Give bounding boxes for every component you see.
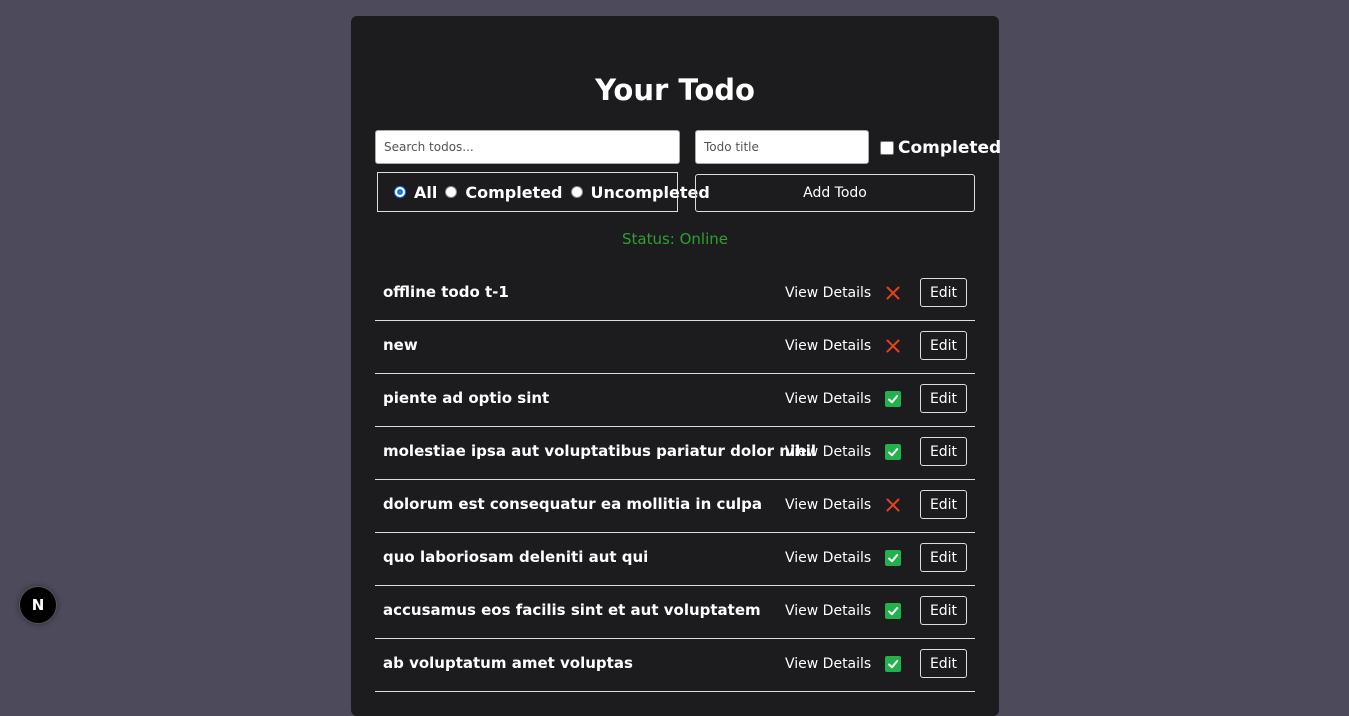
edit-button[interactable]: Edit [920,649,967,678]
page-title: Your Todo [595,73,755,107]
check-mark-icon [885,656,901,672]
todo-title: quo laboriosam deleniti aut qui [383,548,649,566]
filter-option-completed[interactable]: Completed [445,182,563,202]
edit-button[interactable]: Edit [920,331,967,360]
filter-radio-group: All Completed Uncompleted [377,172,710,212]
filter-option-label: Completed [465,182,563,202]
cross-mark-icon [885,338,901,354]
todo-title: molestiae ipsa aut voluptatibus pariatur… [383,442,817,460]
completed-checkbox-label: Completed [898,138,1002,158]
todo-item: dolorum est consequatur ea mollitia in c… [375,480,975,533]
radio-button[interactable] [570,186,583,198]
todo-list: offline todo t-1 View Details Edit new View … [375,268,975,692]
filter-option-label: All [414,182,438,202]
edit-button[interactable]: Edit [920,437,967,466]
view-details-link[interactable]: View Details [785,285,871,301]
check-mark-icon [885,444,901,460]
todo-title: dolorum est consequatur ea mollitia in c… [383,495,763,513]
cross-mark-icon [885,497,901,513]
add-todo-button[interactable]: Add Todo [695,174,975,212]
cross-mark-icon [885,285,901,301]
filter-option-all[interactable]: All [394,183,437,202]
todo-title: piente ad optio sint [383,389,550,407]
todo-title: ab voluptatum amet voluptas [383,654,633,672]
view-details-link[interactable]: View Details [785,444,871,460]
connection-status: Status: Online [621,230,728,248]
filter-option-uncompleted[interactable]: Uncompleted [570,182,710,202]
todo-card: Your Todo Completed All Completed Uncomp… [351,16,1001,716]
edit-button[interactable]: Edit [920,543,967,572]
radio-button[interactable] [445,186,458,198]
dev-tools-badge[interactable]: N [19,586,57,624]
todo-item: new View Details Edit [375,321,975,374]
view-details-link[interactable]: View Details [785,550,871,566]
edit-button[interactable]: Edit [920,490,967,519]
check-mark-icon [885,391,901,407]
todo-item: molestiae ipsa aut voluptatibus pariatur… [375,427,975,480]
todo-title-input[interactable] [695,130,869,164]
checkbox-box[interactable] [880,141,894,155]
todo-title: offline todo t-1 [383,283,509,301]
todo-item: accusamus eos facilis sint et aut volupt… [375,586,975,639]
radio-button[interactable] [394,186,406,198]
edit-button[interactable]: Edit [920,596,967,625]
edit-button[interactable]: Edit [920,384,967,413]
view-details-link[interactable]: View Details [785,338,871,354]
view-details-link[interactable]: View Details [785,391,871,407]
todo-item: ab voluptatum amet voluptas View Details E… [375,639,975,692]
check-mark-icon [885,550,901,566]
completed-checkbox[interactable]: Completed [880,138,1001,158]
edit-button[interactable]: Edit [920,278,967,307]
view-details-link[interactable]: View Details [785,603,871,619]
todo-title: accusamus eos facilis sint et aut volupt… [383,601,761,619]
todo-item: offline todo t-1 View Details Edit [375,268,975,321]
view-details-link[interactable]: View Details [785,656,871,672]
todo-item: piente ad optio sint View Details Edit [375,374,975,427]
view-details-link[interactable]: View Details [785,497,871,513]
search-input[interactable] [375,130,680,164]
todo-item: quo laboriosam deleniti aut qui View Deta… [375,533,975,586]
filter-option-label: Uncompleted [590,182,710,202]
check-mark-icon [885,603,901,619]
todo-title: new [383,336,418,354]
